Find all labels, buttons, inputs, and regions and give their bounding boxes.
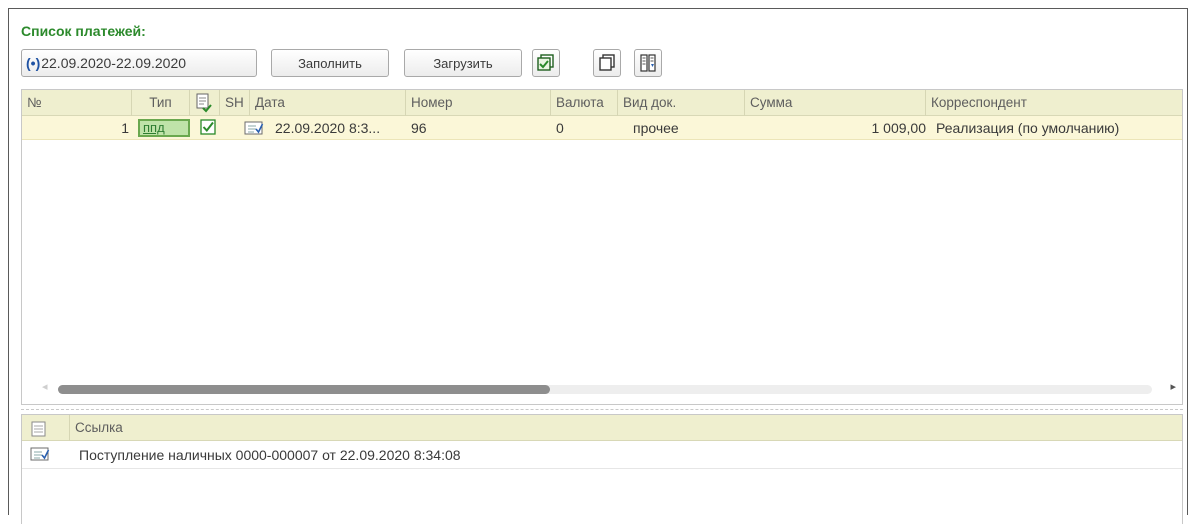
column-posted[interactable]: [190, 90, 220, 116]
document-icon: [30, 447, 50, 461]
payments-form: Список платежей: (•) 22.09.2020-22.09.20…: [8, 8, 1188, 524]
copy-icon: [599, 54, 615, 71]
row-date: 22.09.2020 8:3...: [275, 120, 381, 136]
scroll-left-icon[interactable]: ◂: [42, 380, 48, 393]
row-doc-kind: прочее: [633, 120, 679, 136]
select-all-button[interactable]: [532, 49, 560, 77]
splitter[interactable]: [21, 409, 1183, 410]
row-type-field[interactable]: ппд: [138, 119, 190, 137]
columns-settings-button[interactable]: [634, 49, 662, 77]
period-button[interactable]: (•) 22.09.2020-22.09.2020: [21, 49, 257, 77]
column-link[interactable]: Ссылка: [69, 415, 469, 441]
table-row[interactable]: 1 ппд 22.09.2020 8:3... 96 0 прочее 1 00…: [22, 116, 1182, 140]
payments-table: № Тип SH Дата Номер Валюта Вид док. Сумм…: [21, 89, 1183, 405]
link-text: Поступление наличных 0000-000007 от 22.0…: [79, 447, 461, 463]
period-label: 22.09.2020-22.09.2020: [41, 55, 187, 71]
checkbox-checked-icon[interactable]: [200, 119, 216, 135]
column-amount[interactable]: Сумма: [745, 90, 926, 116]
table-header: № Тип SH Дата Номер Валюта Вид док. Сумм…: [22, 90, 1182, 116]
list-item[interactable]: Поступление наличных 0000-000007 от 22.0…: [22, 441, 1182, 469]
load-button[interactable]: Загрузить: [404, 49, 522, 77]
row-correspondent: Реализация (по умолчанию): [936, 120, 1120, 136]
scroll-right-icon[interactable]: ▸: [1170, 380, 1176, 393]
column-number[interactable]: Номер: [406, 90, 551, 116]
row-number: 96: [411, 120, 427, 136]
row-num: 1: [121, 120, 129, 136]
column-correspondent[interactable]: Корреспондент: [926, 90, 1184, 116]
fill-button[interactable]: Заполнить: [271, 49, 389, 77]
column-num[interactable]: №: [22, 90, 132, 116]
document-icon: [244, 121, 264, 135]
copy-button[interactable]: [593, 49, 621, 77]
document-list-icon: [31, 421, 46, 437]
column-type[interactable]: Тип: [132, 90, 190, 116]
select-all-icon: [537, 54, 554, 71]
columns-settings-icon: [640, 54, 656, 72]
horizontal-scrollbar[interactable]: ◂ ▸: [22, 380, 1182, 396]
links-table: Ссылка Поступление наличных 0000-000007 …: [21, 414, 1183, 524]
column-date[interactable]: Дата: [250, 90, 406, 116]
column-sh[interactable]: SH: [220, 90, 250, 116]
links-table-header: Ссылка: [22, 415, 1182, 441]
column-currency[interactable]: Валюта: [551, 90, 618, 116]
posted-column-icon: [196, 93, 212, 113]
period-icon: (•): [26, 55, 41, 71]
row-amount: 1 009,00: [871, 120, 927, 136]
page-title: Список платежей:: [21, 23, 146, 39]
row-currency: 0: [556, 120, 564, 136]
column-doc-kind[interactable]: Вид док.: [618, 90, 745, 116]
scroll-thumb[interactable]: [58, 385, 550, 394]
